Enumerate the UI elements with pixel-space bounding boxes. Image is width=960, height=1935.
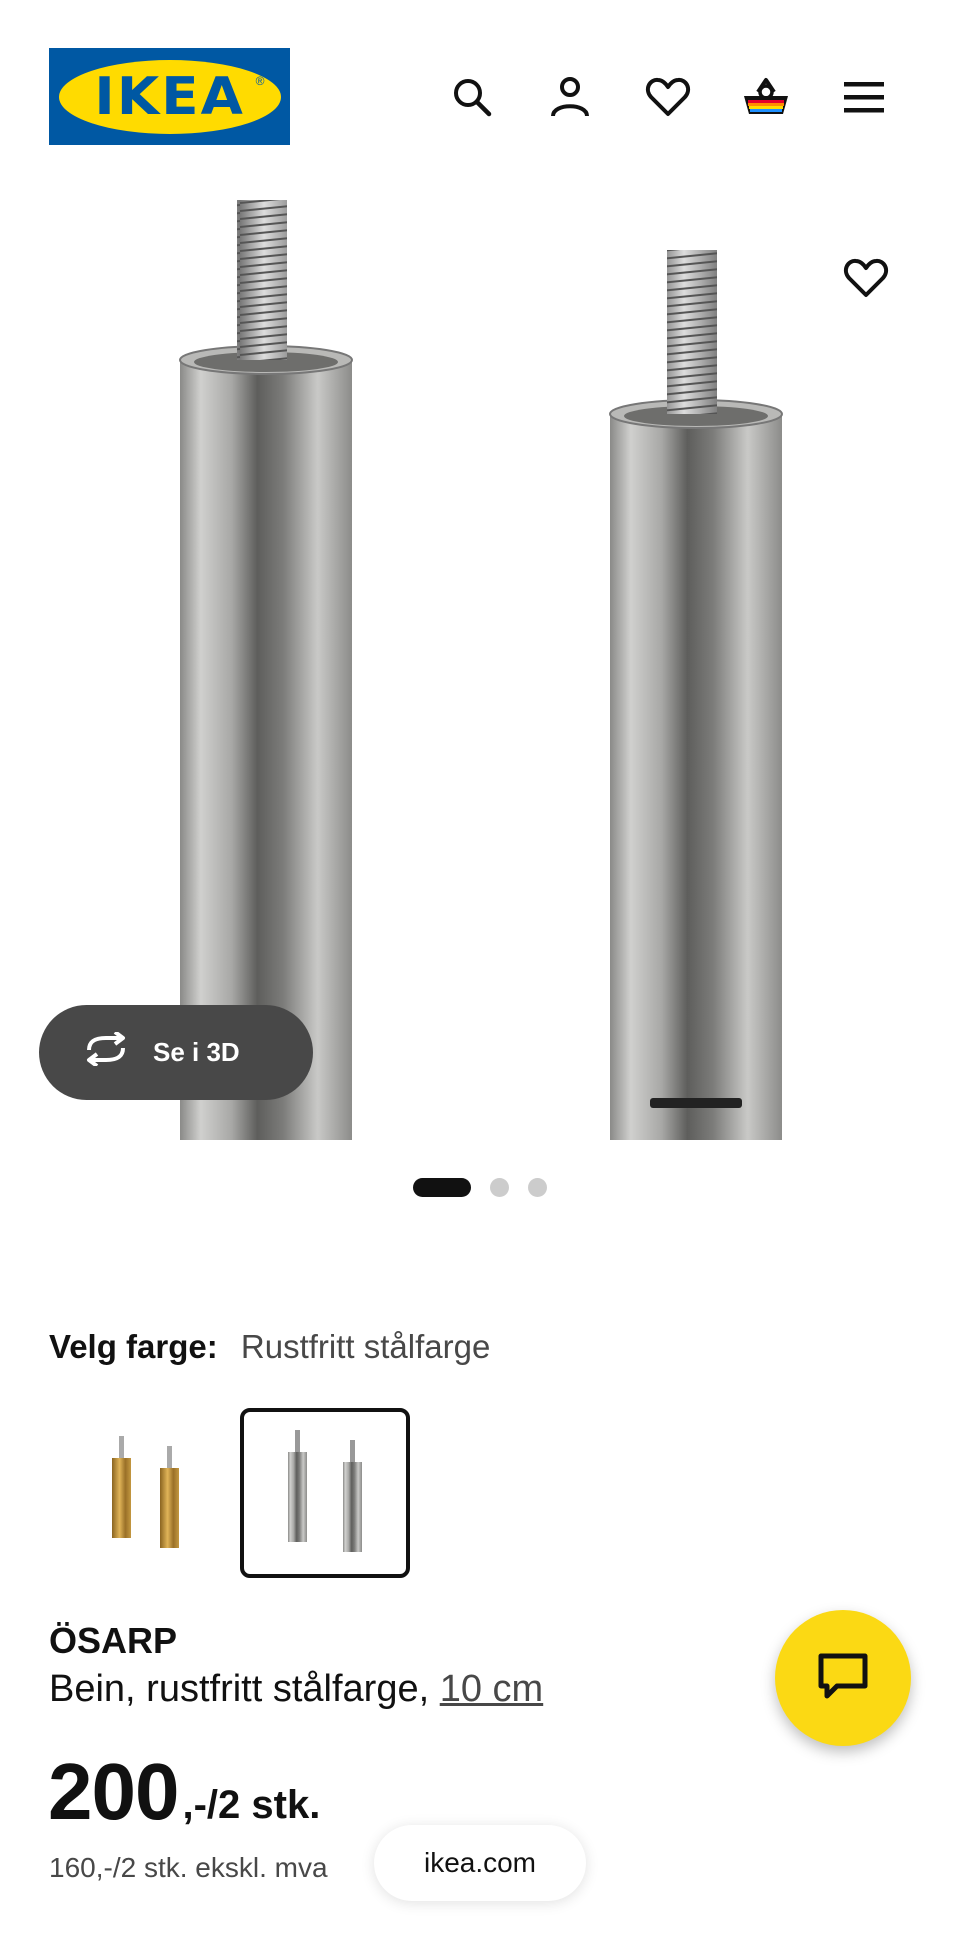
carousel-indicator xyxy=(0,1178,960,1197)
chat-icon xyxy=(815,1650,871,1707)
logo-text: IKEA xyxy=(94,66,245,127)
color-selector-label-row: Velg farge: Rustfritt stålfarge xyxy=(49,1328,490,1366)
price-excl-vat: 160,-/2 stk. ekskl. mva xyxy=(49,1852,328,1883)
product-price: 200 ,-/2 stk. xyxy=(48,1752,320,1832)
chat-button[interactable] xyxy=(775,1610,911,1746)
price-suffix: ,-/2 stk. xyxy=(182,1783,321,1827)
carousel-dot-1[interactable] xyxy=(413,1178,471,1197)
color-label: Velg farge: xyxy=(49,1328,218,1365)
carousel-dot-3[interactable] xyxy=(528,1178,547,1197)
color-option-stainless-steel[interactable] xyxy=(240,1408,410,1578)
cart-icon[interactable] xyxy=(738,69,794,125)
add-to-favorites-icon[interactable] xyxy=(838,250,894,306)
account-icon[interactable] xyxy=(542,69,598,125)
view-3d-label: Se i 3D xyxy=(153,1037,240,1067)
view-3d-button[interactable]: Se i 3D xyxy=(39,1005,313,1100)
price-main: 200 xyxy=(48,1747,179,1836)
search-icon[interactable] xyxy=(444,69,500,125)
ikea-logo[interactable]: IKEA ® xyxy=(49,48,290,145)
favorites-icon[interactable] xyxy=(640,69,696,125)
product-size-link[interactable]: 10 cm xyxy=(440,1668,543,1710)
product-description-text: Bein, rustfritt stålfarge, xyxy=(49,1668,440,1710)
logo-registered-mark: ® xyxy=(255,73,265,88)
carousel-dot-2[interactable] xyxy=(490,1178,509,1197)
browser-url-bar[interactable]: ikea.com xyxy=(374,1825,586,1901)
menu-icon[interactable] xyxy=(836,69,892,125)
selected-color: Rustfritt stålfarge xyxy=(240,1328,491,1365)
logo-oval: IKEA ® xyxy=(58,59,281,134)
rotate-3d-icon xyxy=(81,1030,131,1073)
product-image[interactable] xyxy=(0,180,960,1282)
product-name: ÖSARP xyxy=(49,1620,178,1661)
color-option-brass[interactable] xyxy=(54,1408,224,1578)
product-description: Bein, rustfritt stålfarge, 10 cm xyxy=(49,1668,543,1711)
